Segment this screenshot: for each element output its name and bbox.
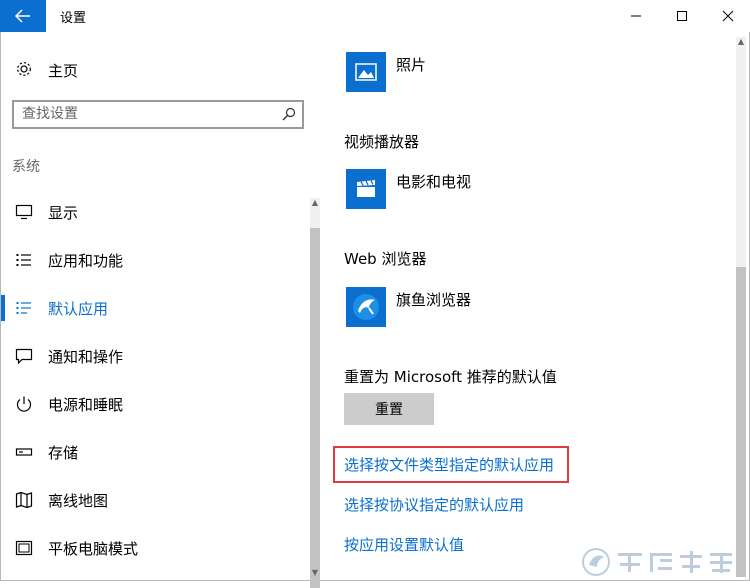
link-choose-by-protocol[interactable]: 选择按协议指定的默认应用 — [344, 494, 524, 515]
minimize-icon — [631, 15, 641, 17]
scroll-up-arrow-icon[interactable]: ▲ — [310, 198, 320, 208]
search-input[interactable] — [22, 105, 262, 123]
link-set-defaults-by-app[interactable]: 按应用设置默认值 — [344, 534, 464, 555]
monitor-icon — [15, 204, 33, 220]
tablet-icon — [15, 540, 33, 556]
browser-icon — [346, 287, 386, 327]
browser-app-name: 旗鱼浏览器 — [396, 291, 472, 309]
back-button[interactable] — [0, 0, 46, 32]
sidebar-item-label: 通知和操作 — [48, 348, 124, 366]
back-arrow-icon — [15, 9, 30, 23]
title-bar: 设置 — [0, 0, 750, 32]
watermark-logo — [582, 548, 732, 576]
sidebar-item-label: 默认应用 — [48, 300, 109, 318]
web-browser-heading: Web 浏览器 — [344, 250, 427, 268]
sidebar-item-power-sleep[interactable]: 电源和睡眠 — [0, 386, 306, 422]
sidebar-item-offline-maps[interactable]: 离线地图 — [0, 482, 306, 518]
video-player-heading: 视频播放器 — [344, 133, 420, 151]
photos-icon — [346, 52, 386, 92]
sidebar-item-label: 显示 — [48, 204, 79, 222]
search-box[interactable] — [12, 100, 304, 129]
selection-indicator — [1, 295, 5, 321]
sidebar-item-apps-features[interactable]: 应用和功能 — [0, 242, 306, 278]
sidebar-scrollbar-thumb[interactable] — [310, 228, 320, 588]
sidebar-item-label: 存储 — [48, 444, 79, 462]
main-scrollbar[interactable]: ▲ — [736, 37, 746, 577]
gear-icon — [17, 62, 31, 76]
main-scrollbar-thumb[interactable] — [736, 267, 746, 577]
video-app-name: 电影和电视 — [396, 173, 472, 191]
reset-button[interactable]: 重置 — [344, 393, 434, 425]
search-icon[interactable] — [282, 107, 296, 121]
movies-tv-icon — [346, 169, 386, 209]
power-icon — [16, 396, 32, 412]
maximize-button[interactable] — [659, 0, 705, 32]
sidebar-item-notifications[interactable]: 通知和操作 — [0, 338, 306, 374]
map-icon — [15, 491, 33, 509]
sidebar-item-default-apps[interactable]: 默认应用 — [0, 290, 306, 326]
sidebar-item-label: 应用和功能 — [48, 252, 124, 270]
minimize-button[interactable] — [613, 0, 659, 32]
sidebar-scrollbar[interactable]: ▲ ▼ — [310, 198, 320, 588]
home-label: 主页 — [48, 62, 79, 80]
sidebar-item-label: 电源和睡眠 — [48, 396, 124, 414]
sidebar-item-tablet-mode[interactable]: 平板电脑模式 — [0, 530, 306, 566]
storage-icon — [15, 448, 33, 456]
section-label-system: 系统 — [12, 159, 40, 175]
sidebar-item-label: 离线地图 — [48, 492, 109, 510]
scroll-down-arrow-icon[interactable]: ▼ — [310, 568, 320, 578]
close-button[interactable] — [705, 0, 750, 32]
photos-app-name: 照片 — [396, 56, 427, 74]
sidebar-item-label: 平板电脑模式 — [48, 540, 139, 558]
window-title: 设置 — [60, 11, 87, 26]
sidebar-item-storage[interactable]: 存储 — [0, 434, 306, 470]
reset-heading: 重置为 Microsoft 推荐的默认值 — [344, 368, 557, 386]
notification-icon — [15, 348, 33, 365]
scroll-up-arrow-icon[interactable]: ▲ — [736, 37, 746, 47]
link-choose-by-file-type[interactable]: 选择按文件类型指定的默认应用 — [344, 454, 554, 475]
maximize-icon — [677, 11, 687, 21]
main-content: 照片 视频播放器 电影和电视 Web 浏览器 旗鱼浏览器 重置为 Microso… — [322, 32, 750, 581]
sidebar: 主页 系统 显示 应用和功能 默认应用 — [0, 32, 322, 588]
home-link[interactable]: 主页 — [0, 54, 300, 84]
close-icon — [722, 10, 734, 22]
default-apps-icon — [16, 302, 31, 314]
list-icon — [16, 254, 31, 266]
sidebar-item-display[interactable]: 显示 — [0, 194, 306, 230]
